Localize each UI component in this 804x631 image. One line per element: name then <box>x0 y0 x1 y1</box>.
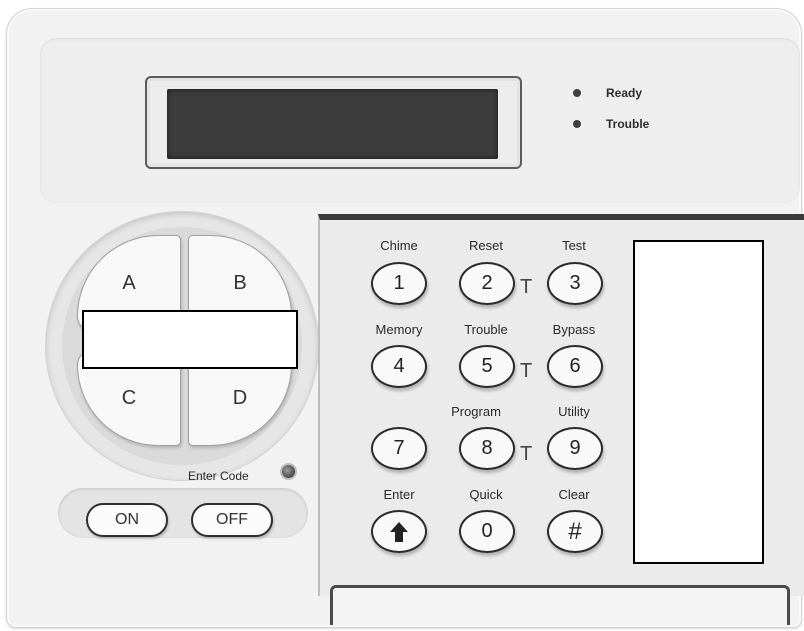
up-arrow-icon <box>390 521 408 542</box>
keypad-cover-hinge <box>330 585 790 625</box>
redacted-region <box>633 240 764 564</box>
utility-label: Utility <box>558 404 590 419</box>
key-7[interactable]: 7 <box>371 427 427 470</box>
reset-label: Reset <box>469 238 503 253</box>
enter-label: Enter <box>383 487 415 502</box>
key-hash[interactable]: # <box>547 510 603 553</box>
link-mark: T <box>520 276 533 298</box>
trouble-led-icon <box>573 120 581 128</box>
link-mark: T <box>520 443 533 465</box>
key-8[interactable]: 8 <box>459 427 515 470</box>
test-label: Test <box>562 238 586 253</box>
key-4[interactable]: 4 <box>371 345 427 388</box>
key-1[interactable]: 1 <box>371 262 427 305</box>
on-button[interactable]: ON <box>86 503 168 537</box>
ready-led-icon <box>573 89 581 97</box>
link-mark: T <box>520 360 533 382</box>
memory-label: Memory <box>375 322 423 337</box>
indicator-led-icon <box>280 463 297 480</box>
redacted-region <box>82 310 298 369</box>
off-button[interactable]: OFF <box>191 503 273 537</box>
key-5[interactable]: 5 <box>459 345 515 388</box>
clear-label: Clear <box>558 487 590 502</box>
bypass-label: Bypass <box>552 322 596 337</box>
key-6[interactable]: 6 <box>547 345 603 388</box>
program-label: Program <box>451 404 501 419</box>
enter-key[interactable] <box>371 510 427 553</box>
trouble-key-label: Trouble <box>464 322 508 337</box>
key-3[interactable]: 3 <box>547 262 603 305</box>
key-2[interactable]: 2 <box>459 262 515 305</box>
enter-code-label: Enter Code <box>188 469 249 483</box>
chime-label: Chime <box>380 238 418 253</box>
ready-label: Ready <box>606 86 643 100</box>
trouble-label: Trouble <box>606 117 650 131</box>
quick-label: Quick <box>469 487 503 502</box>
lcd-screen <box>167 89 498 159</box>
key-9[interactable]: 9 <box>547 427 603 470</box>
key-0[interactable]: 0 <box>459 510 515 553</box>
